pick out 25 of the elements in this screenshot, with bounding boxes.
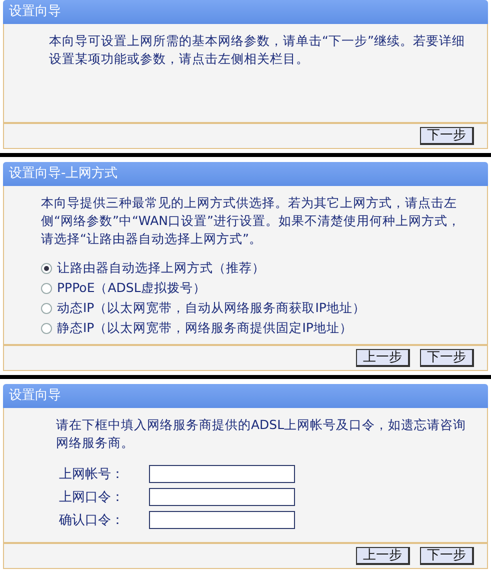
instructions-text: 本向导提供三种最常见的上网方式供选择。若为其它上网方式，请点击左侧“网络参数”中“WAN口设置”进行设置。如果不清楚使用何种上网方式，请选择“让路由器自动选择上网方式”。 (41, 194, 462, 248)
panel-title: 设置向导 (3, 0, 488, 24)
input-field[interactable] (149, 488, 295, 506)
step-button[interactable]: 下一步 (420, 349, 474, 367)
radio-label: 静态IP（以太网宽带，网络服务商提供固定IP地址） (57, 319, 352, 337)
radio-label: PPPoE（ADSL虚拟拨号） (57, 279, 206, 297)
radio-button[interactable] (41, 322, 52, 334)
radio-label: 动态IP（以太网宽带，自动从网络服务商获取IP地址） (57, 299, 366, 317)
field-label: 确认口令： (58, 512, 125, 528)
step-button[interactable]: 上一步 (356, 547, 410, 565)
input-field[interactable] (149, 510, 295, 528)
panel-title: 设置向导 (3, 384, 488, 408)
field-label: 上网帐号： (58, 466, 125, 482)
radio-button[interactable] (41, 282, 52, 294)
panel-title: 设置向导-上网方式 (3, 162, 488, 186)
radio-button[interactable] (41, 302, 52, 314)
radio-label: 让路由器自动选择上网方式（推荐） (57, 259, 265, 277)
input-field[interactable] (149, 464, 295, 482)
step-button[interactable]: 上一步 (356, 349, 410, 367)
instructions-text: 本向导可设置上网所需的基本网络参数，请单击“下一步”继续。若要详细设置某项功能或参数，请点击左侧相关栏目。 (49, 32, 466, 68)
field-label: 上网口令： (58, 488, 125, 506)
radio-button[interactable] (41, 262, 52, 274)
instructions-text: 请在下框中填入网络服务商提供的ADSL上网帐号及口令，如遗忘请咨询网络服务商。 (56, 416, 468, 452)
step-button[interactable]: 下一步 (420, 547, 474, 565)
step-button[interactable]: 下一步 (420, 127, 474, 145)
